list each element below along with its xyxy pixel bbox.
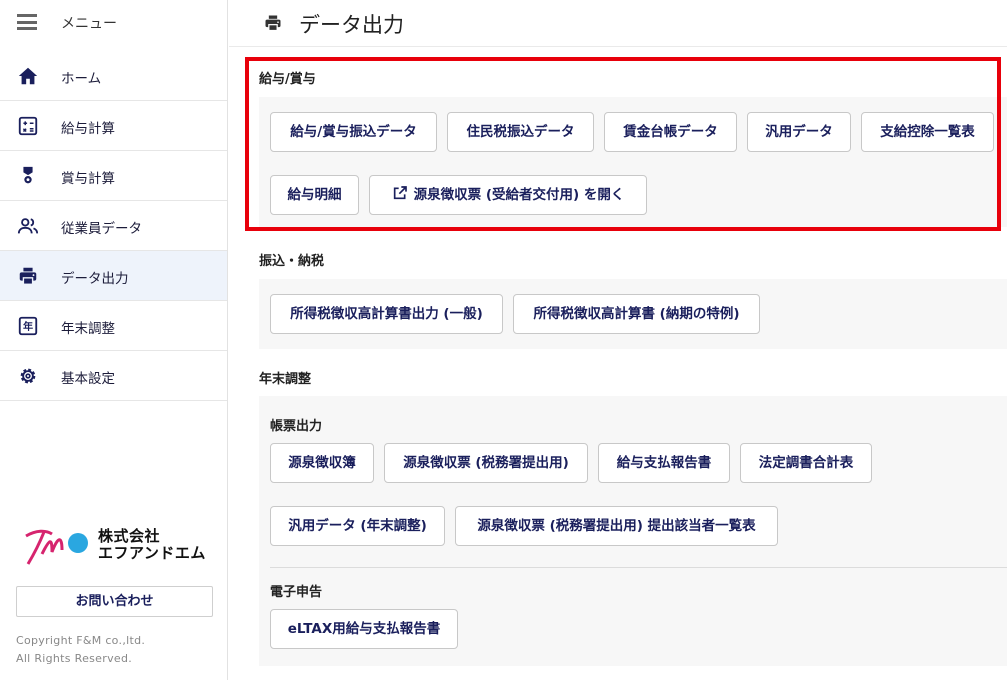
company-logo-mark	[25, 529, 88, 565]
withholding-book-button[interactable]: 源泉徴収簿	[270, 443, 374, 483]
copyright-line2: All Rights Reserved.	[16, 652, 133, 665]
sidebar-nav: ホーム 給与計算 賞与計算 従業員データ データ出力 年 年末調整 基本設定	[0, 51, 227, 401]
printer-icon	[265, 15, 281, 32]
copyright: Copyright F&M co.,ltd. All Rights Reserv…	[16, 632, 145, 668]
income-tax-general-button[interactable]: 所得税徴収高計算書出力 (一般)	[270, 294, 503, 334]
income-tax-special-button[interactable]: 所得税徴収高計算書 (納期の特例)	[513, 294, 760, 334]
sidebar-item-salary[interactable]: 給与計算	[0, 101, 227, 151]
withholding-submission-list-button[interactable]: 源泉徴収票 (税務署提出用) 提出該当者一覧表	[455, 506, 778, 546]
sidebar-item-label: 従業員データ	[61, 221, 142, 237]
withholding-slip-tax-office-button[interactable]: 源泉徴収票 (税務署提出用)	[384, 443, 588, 483]
sidebar-item-home[interactable]: ホーム	[0, 51, 227, 101]
sidebar-item-label: 賞与計算	[61, 171, 115, 187]
copyright-line1: Copyright F&M co.,ltd.	[16, 634, 146, 647]
sidebar-item-label: ホーム	[61, 71, 102, 87]
company-logo: 株式会社 エフアンドエム	[22, 524, 212, 568]
page-title: データ出力	[299, 13, 404, 37]
sidebar-header: メニュー	[0, 0, 227, 46]
page-header: データ出力	[229, 0, 1007, 47]
eltax-report-button[interactable]: eLTAX用給与支払報告書	[270, 609, 458, 649]
sidebar-item-year-end[interactable]: 年 年末調整	[0, 301, 227, 351]
award-icon	[23, 166, 33, 184]
sidebar-item-label: 年末調整	[61, 321, 115, 337]
menu-label: メニュー	[61, 16, 117, 32]
sidebar: メニュー ホーム 給与計算 賞与計算 従業員データ データ出力 年 年末調整 基…	[0, 0, 228, 680]
people-icon	[17, 218, 39, 234]
highlight-box	[245, 57, 1001, 231]
printer-icon	[19, 267, 37, 285]
sidebar-item-bonus[interactable]: 賞与計算	[0, 151, 227, 201]
home-icon	[18, 67, 38, 85]
sidebar-item-employees[interactable]: 従業員データ	[0, 201, 227, 251]
year-icon: 年	[18, 316, 38, 336]
e-filing-title: 電子申告	[270, 585, 323, 600]
statutory-summary-button[interactable]: 法定調書合計表	[740, 443, 872, 483]
hamburger-menu-icon[interactable]	[17, 14, 37, 30]
sidebar-item-label: データ出力	[61, 271, 129, 287]
sidebar-item-label: 給与計算	[61, 121, 115, 137]
section-title-transfer-tax: 振込・納税	[259, 254, 325, 269]
section-title-year-end: 年末調整	[259, 372, 312, 387]
company-name-line2: エフアンドエム	[98, 544, 206, 562]
sidebar-item-settings[interactable]: 基本設定	[0, 351, 227, 401]
sidebar-item-label: 基本設定	[61, 371, 115, 387]
salary-payment-report-button[interactable]: 給与支払報告書	[598, 443, 730, 483]
company-name: 株式会社 エフアンドエム	[98, 528, 206, 562]
contact-button[interactable]: お問い合わせ	[16, 586, 213, 617]
forms-output-title: 帳票出力	[270, 419, 323, 434]
svg-text:年: 年	[23, 320, 33, 333]
section-divider	[270, 567, 1007, 568]
company-name-line1: 株式会社	[98, 527, 161, 545]
sidebar-item-data-output[interactable]: データ出力	[0, 251, 227, 301]
calculator-icon	[18, 116, 38, 136]
general-data-year-end-button[interactable]: 汎用データ (年末調整)	[270, 506, 445, 546]
gear-icon	[20, 368, 36, 384]
